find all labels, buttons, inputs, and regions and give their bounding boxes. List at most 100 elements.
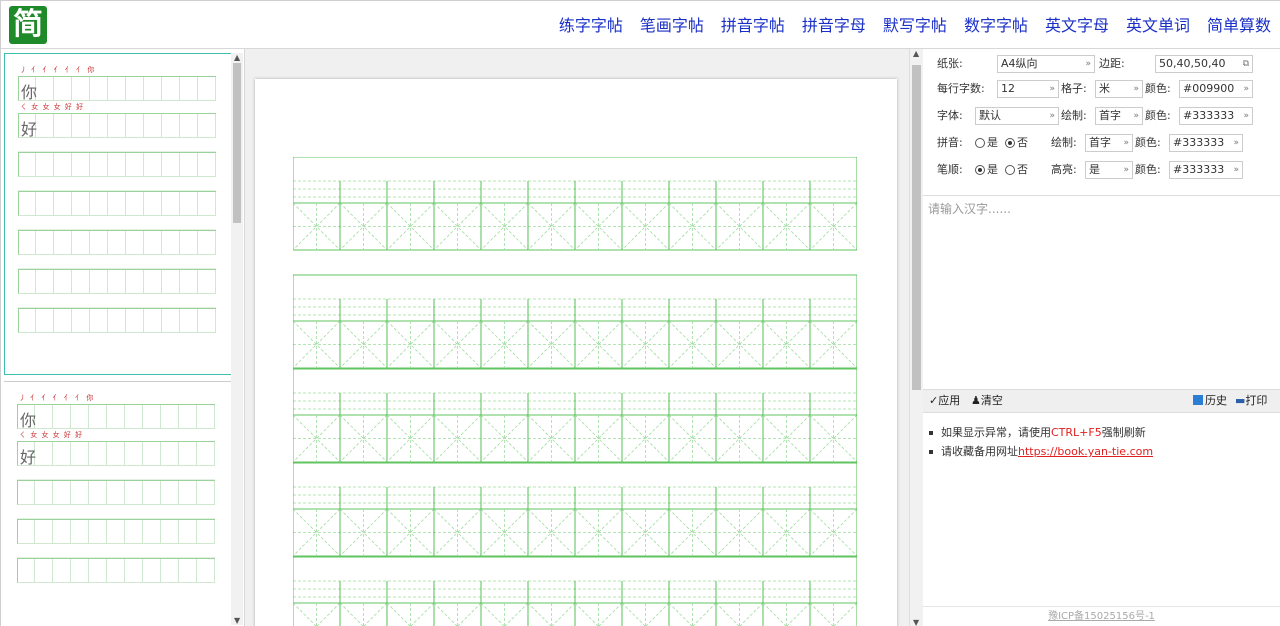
grid-cell xyxy=(179,405,197,429)
pinyin-draw-value: 首字 xyxy=(1089,136,1111,149)
margin-label: 边距: xyxy=(1099,57,1125,70)
grid-cell xyxy=(54,153,72,177)
stroke-yes-label: 是 xyxy=(987,163,998,176)
stroke-yes-radio[interactable] xyxy=(975,165,985,175)
grid-cell xyxy=(107,405,125,429)
preview-scrollbar[interactable]: ▲ ▼ xyxy=(909,49,923,626)
notice-list: 如果显示异常，请使用CTRL+F5强制刷新 请收藏备用网址https://boo… xyxy=(929,423,1153,461)
thumbnails-scrollbar[interactable]: ▲ ▼ xyxy=(231,53,243,625)
print-button[interactable]: ▬打印 xyxy=(1235,390,1267,412)
stroke-color-select[interactable]: #333333 » xyxy=(1169,161,1243,179)
grid-cell xyxy=(161,559,179,583)
practice-grid xyxy=(293,157,857,626)
grid-cell xyxy=(17,559,35,583)
paper-select[interactable]: A4纵向 » xyxy=(997,55,1095,73)
grid-cell xyxy=(108,309,126,333)
preview-area xyxy=(245,49,909,626)
chevron-down-icon: » xyxy=(1133,84,1139,94)
highlight-select[interactable]: 是» xyxy=(1085,161,1133,179)
top-nav: 练字字帖 笔画字帖 拼音字帖 拼音字母 默写字帖 数字字帖 英文字母 英文单词 … xyxy=(542,14,1271,38)
scroll-up-arrow-icon[interactable]: ▲ xyxy=(913,49,919,58)
chevron-down-icon: » xyxy=(1243,84,1249,94)
backup-url-link[interactable]: https://book.yan-tie.com xyxy=(1018,445,1153,458)
hanzi-input[interactable] xyxy=(923,196,1280,388)
grid-cell xyxy=(18,231,36,255)
grid-cell xyxy=(180,153,198,177)
grid-cell xyxy=(36,77,54,101)
font-draw-select[interactable]: 首字 » xyxy=(1095,107,1143,125)
grid-cell xyxy=(125,481,143,505)
nav-shuzi[interactable]: 数字字帖 xyxy=(964,14,1028,38)
nav-moxie[interactable]: 默写字帖 xyxy=(883,14,947,38)
grid-cell xyxy=(198,153,216,177)
pinyin-draw-select[interactable]: 首字 » xyxy=(1085,134,1133,152)
grid-cell xyxy=(161,442,179,466)
grid-block: 好 xyxy=(17,441,215,467)
nav-yingwen-zimu[interactable]: 英文字母 xyxy=(1045,14,1109,38)
grid-cell xyxy=(54,231,72,255)
margin-input[interactable]: 50,40,50,40 ⧉ xyxy=(1155,55,1253,73)
grid-cell: 你 xyxy=(18,77,37,102)
pinyin-yes-radio[interactable] xyxy=(975,138,985,148)
thumbnail-page-1[interactable]: 丿 亻 亻 亻 亻 亻 你 你 ㄑ 女 女 女 好 好 好 xyxy=(4,53,232,375)
nav-yingwen-danci[interactable]: 英文单词 xyxy=(1126,14,1190,38)
font-select[interactable]: 默认 » xyxy=(975,107,1059,125)
grid-cell xyxy=(197,405,215,429)
grid-cell xyxy=(18,270,36,294)
thumbnail-page-2[interactable]: 丿 亻 亻 亻 亻 亻 你 你 ㄑ 女 女 女 好 好 好 xyxy=(4,381,232,626)
scroll-up-arrow-icon[interactable]: ▲ xyxy=(234,53,240,62)
grid-cell xyxy=(89,481,107,505)
note1-suffix: 强制刷新 xyxy=(1101,426,1146,439)
scroll-down-arrow-icon[interactable]: ▼ xyxy=(913,618,919,626)
grid-cell xyxy=(54,192,72,216)
pinyin-no-radio[interactable] xyxy=(1005,138,1015,148)
pinyin-color-value: #333333 xyxy=(1173,136,1225,149)
sample-character: 好 xyxy=(21,120,38,139)
grid-color-select[interactable]: #009900 » xyxy=(1179,80,1253,98)
history-label: 历史 xyxy=(1205,394,1227,407)
per-row-select[interactable]: 12 » xyxy=(997,80,1059,98)
clear-button[interactable]: ♟清空 xyxy=(971,390,1003,412)
grid-cell xyxy=(126,77,144,101)
scroll-down-arrow-icon[interactable]: ▼ xyxy=(234,616,240,625)
grid-cell xyxy=(72,309,90,333)
grid-cell xyxy=(179,442,197,466)
grid-row: 你 xyxy=(17,405,215,430)
pinyin-color-select[interactable]: #333333 » xyxy=(1169,134,1243,152)
grid-block: 你 xyxy=(18,76,216,102)
grid-color-value: #009900 xyxy=(1183,82,1235,95)
grid-cell xyxy=(54,77,72,101)
grid-cell xyxy=(107,520,125,544)
grid-cell xyxy=(125,442,143,466)
apply-button[interactable]: ✓应用 xyxy=(929,390,960,412)
nav-lianzi[interactable]: 练字字帖 xyxy=(559,14,623,38)
grid-cell xyxy=(35,442,53,466)
nav-pinyin-zimu[interactable]: 拼音字母 xyxy=(802,14,866,38)
grid-cell xyxy=(89,405,107,429)
grid-cell xyxy=(162,231,180,255)
grid-cell xyxy=(54,309,72,333)
grid-cell xyxy=(72,231,90,255)
font-color-select[interactable]: #333333 » xyxy=(1179,107,1253,125)
grid-cell xyxy=(35,559,53,583)
history-button[interactable]: 历史 xyxy=(1193,390,1227,412)
grid-block xyxy=(18,308,216,333)
grid-cell xyxy=(144,153,162,177)
grid-block: 你 xyxy=(17,404,215,430)
font-draw-value: 首字 xyxy=(1099,109,1121,122)
grid-cell xyxy=(108,114,126,138)
icp-link[interactable]: 豫ICP备15025156号-1 xyxy=(1048,611,1155,622)
thumbnail-grid: 丿 亻 亻 亻 亻 亻 你 你 ㄑ 女 女 女 好 好 好 xyxy=(18,64,216,333)
row-gap xyxy=(18,138,216,152)
grid-cell xyxy=(72,192,90,216)
grid-block xyxy=(17,480,215,505)
scrollbar-thumb[interactable] xyxy=(912,65,921,390)
grid-select[interactable]: 米» xyxy=(1095,80,1143,98)
logo[interactable]: 简 xyxy=(9,6,47,44)
nav-bihua[interactable]: 笔画字帖 xyxy=(640,14,704,38)
stroke-no-radio[interactable] xyxy=(1005,165,1015,175)
scrollbar-thumb[interactable] xyxy=(233,63,241,223)
font-label: 字体: xyxy=(937,109,963,122)
nav-pinyin-zitie[interactable]: 拼音字帖 xyxy=(721,14,785,38)
nav-suanshu[interactable]: 简单算数 xyxy=(1207,14,1271,38)
